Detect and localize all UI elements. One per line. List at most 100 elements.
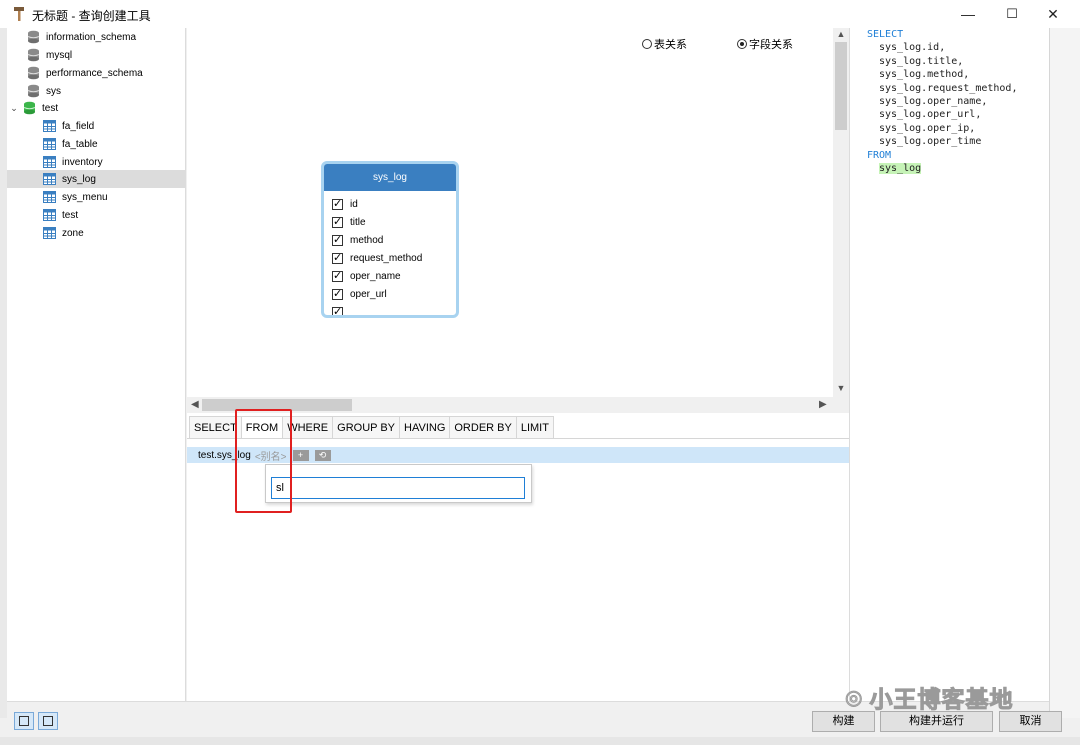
tree-item-label: test bbox=[42, 102, 59, 114]
tab-limit[interactable]: LIMIT bbox=[515, 416, 554, 438]
watermark: ◎ 小王博客基地 bbox=[844, 680, 1014, 714]
tree-item-label: sys_log bbox=[62, 173, 96, 185]
tree-item-label: sys bbox=[46, 85, 61, 97]
tree-item-zone[interactable]: zone bbox=[7, 224, 186, 242]
table-icon bbox=[43, 156, 56, 168]
wechat-icon: ◎ bbox=[844, 686, 864, 709]
table-card-title[interactable]: sys_log bbox=[324, 164, 456, 191]
radio-label: 表关系 bbox=[654, 39, 687, 51]
database-icon bbox=[27, 48, 40, 62]
checkbox-checked-icon[interactable] bbox=[332, 287, 343, 300]
sql-from-table: sys_log bbox=[879, 163, 922, 175]
tab-having[interactable]: HAVING bbox=[399, 416, 451, 438]
field-name: oper_name bbox=[350, 270, 401, 282]
layout-right-icon[interactable] bbox=[38, 712, 58, 730]
checkbox-checked-icon[interactable] bbox=[332, 197, 343, 210]
table-card-sys-log[interactable]: sys_log id title method request_method o… bbox=[321, 161, 459, 318]
tree-item-label: inventory bbox=[62, 156, 103, 168]
annotation-highlight-box bbox=[235, 409, 292, 513]
tab-group-by[interactable]: GROUP BY bbox=[332, 416, 401, 438]
field-row[interactable]: request_method bbox=[324, 249, 456, 267]
database-tree[interactable]: information_schema mysql performance_sch… bbox=[7, 28, 186, 701]
field-row-partial[interactable] bbox=[324, 303, 456, 315]
add-table-button[interactable]: + bbox=[292, 449, 309, 461]
sql-column: sys_log.oper_name, bbox=[879, 96, 988, 108]
build-button[interactable]: 构建 bbox=[812, 711, 875, 732]
close-button[interactable]: ✕ bbox=[1030, 0, 1076, 28]
table-icon bbox=[43, 227, 56, 239]
scroll-left-icon[interactable]: ◀ bbox=[191, 397, 199, 413]
join-icon[interactable]: ⟲ bbox=[314, 449, 331, 461]
scroll-right-icon[interactable]: ▶ bbox=[819, 397, 827, 413]
database-icon bbox=[27, 66, 40, 80]
tab-order-by[interactable]: ORDER BY bbox=[449, 416, 517, 438]
radio-field-relation[interactable]: 字段关系 bbox=[737, 36, 793, 52]
tree-item-mysql[interactable]: mysql bbox=[7, 46, 186, 64]
field-row[interactable]: method bbox=[324, 231, 456, 249]
alias-input[interactable] bbox=[271, 477, 525, 499]
tab-select[interactable]: SELECT bbox=[189, 416, 242, 438]
tree-item-label: fa_table bbox=[62, 138, 98, 150]
field-row[interactable]: id bbox=[324, 195, 456, 213]
sql-column: sys_log.request_method, bbox=[879, 82, 1018, 94]
field-row[interactable]: oper_url bbox=[324, 285, 456, 303]
tree-item-sys-log[interactable]: sys_log bbox=[7, 170, 186, 188]
sql-preview[interactable]: SELECT sys_log.id, sys_log.title, sys_lo… bbox=[849, 28, 1049, 701]
field-row[interactable]: oper_name bbox=[324, 267, 456, 285]
tree-item-sys[interactable]: sys bbox=[7, 82, 186, 100]
layout-left-icon[interactable] bbox=[14, 712, 34, 730]
tree-item-inventory[interactable]: inventory bbox=[7, 153, 186, 171]
radio-label: 字段关系 bbox=[749, 39, 793, 51]
sql-column: sys_log.oper_time bbox=[879, 136, 982, 148]
background-window-edge bbox=[0, 28, 7, 718]
build-run-button[interactable]: 构建并运行 bbox=[880, 711, 993, 732]
database-icon bbox=[27, 84, 40, 98]
scroll-thumb[interactable] bbox=[835, 42, 847, 130]
scroll-down-icon[interactable]: ▼ bbox=[833, 383, 849, 393]
tree-item-test-table[interactable]: test bbox=[7, 206, 186, 224]
table-icon bbox=[43, 209, 56, 221]
tree-item-information-schema[interactable]: information_schema bbox=[7, 28, 186, 46]
sql-keyword: SELECT bbox=[867, 29, 904, 40]
scroll-up-icon[interactable]: ▲ bbox=[833, 29, 849, 39]
tree-item-label: performance_schema bbox=[46, 67, 143, 79]
table-icon bbox=[43, 191, 56, 203]
title-bar: 无标题 - 查询创建工具 — ☐ ✕ bbox=[0, 0, 1080, 28]
minimize-button[interactable]: — bbox=[945, 0, 991, 28]
tree-item-label: fa_field bbox=[62, 120, 95, 132]
maximize-button[interactable]: ☐ bbox=[989, 0, 1035, 28]
canvas-vertical-scrollbar[interactable]: ▲ ▼ bbox=[833, 28, 849, 397]
tree-item-fa-field[interactable]: fa_field bbox=[7, 117, 186, 135]
watermark-text: 小王博客基地 bbox=[869, 686, 1014, 713]
table-icon bbox=[43, 138, 56, 150]
checkbox-checked-icon[interactable] bbox=[332, 233, 343, 246]
tree-item-performance-schema[interactable]: performance_schema bbox=[7, 64, 186, 82]
checkbox-checked-icon[interactable] bbox=[332, 215, 343, 228]
field-name: title bbox=[350, 216, 366, 228]
tree-item-label: mysql bbox=[46, 49, 73, 61]
checkbox-checked-icon[interactable] bbox=[332, 251, 343, 264]
cancel-button[interactable]: 取消 bbox=[999, 711, 1062, 732]
field-row[interactable]: title bbox=[324, 213, 456, 231]
hammer-icon bbox=[14, 7, 24, 21]
tree-item-label: zone bbox=[62, 227, 84, 239]
field-name: method bbox=[350, 234, 384, 246]
table-icon bbox=[43, 120, 56, 132]
chevron-down-icon[interactable]: ⌄ bbox=[9, 103, 19, 114]
tree-item-fa-table[interactable]: fa_table bbox=[7, 135, 186, 153]
window-title: 无标题 - 查询创建工具 bbox=[32, 9, 151, 23]
sql-column: sys_log.id, bbox=[879, 42, 946, 54]
database-open-icon bbox=[23, 101, 36, 115]
database-icon bbox=[27, 30, 40, 44]
tree-item-test-db[interactable]: ⌄ test bbox=[7, 99, 186, 117]
field-name: oper_url bbox=[350, 288, 387, 300]
sql-column: sys_log.oper_ip, bbox=[879, 122, 976, 134]
tree-item-sys-menu[interactable]: sys_menu bbox=[7, 188, 186, 206]
checkbox-checked-icon[interactable] bbox=[332, 269, 343, 282]
design-canvas[interactable]: 表关系 字段关系 bbox=[187, 28, 833, 397]
sql-column: sys_log.title, bbox=[879, 55, 964, 67]
checkbox-checked-icon[interactable] bbox=[332, 305, 343, 315]
radio-table-relation[interactable]: 表关系 bbox=[642, 36, 687, 52]
tree-item-label: information_schema bbox=[46, 31, 137, 43]
field-name: request_method bbox=[350, 252, 423, 264]
